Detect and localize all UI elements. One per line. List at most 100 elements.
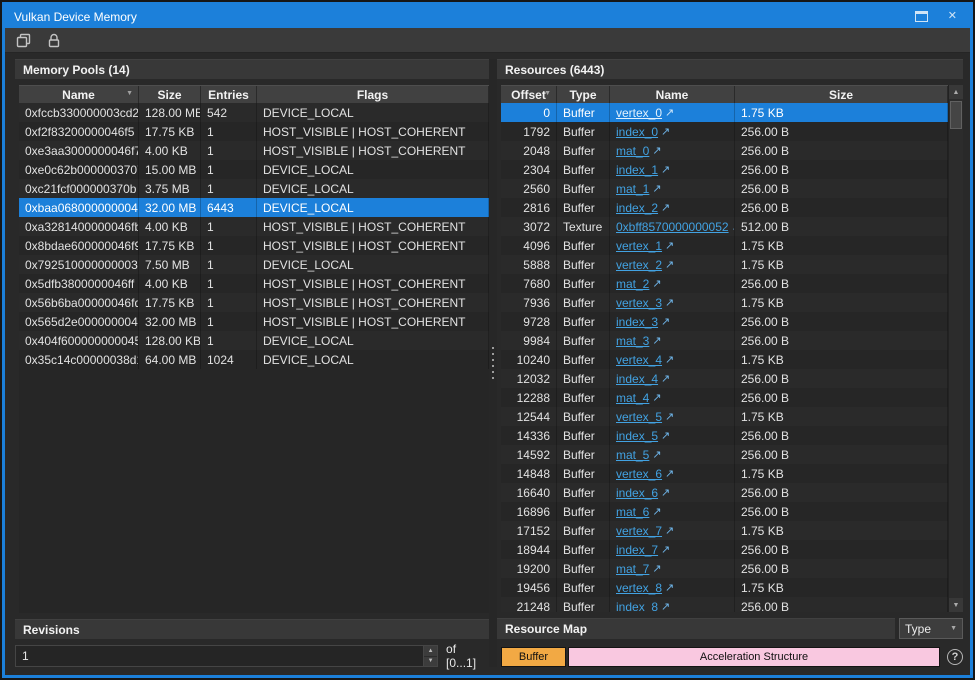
goto-resource-icon[interactable]: ↗: [652, 391, 661, 404]
goto-resource-icon[interactable]: ↗: [665, 239, 674, 252]
resource-link[interactable]: index_0: [616, 125, 658, 139]
memory-pool-row[interactable]: 0xbaa068000000004d32.00 MB6443DEVICE_LOC…: [19, 198, 489, 217]
goto-resource-icon[interactable]: ↗: [652, 448, 661, 461]
restore-window-icon[interactable]: [915, 11, 928, 22]
goto-resource-icon[interactable]: ↗: [665, 410, 674, 423]
goto-resource-icon[interactable]: ↗: [661, 163, 670, 176]
resource-row[interactable]: 17152Buffervertex_7↗1.75 KB: [501, 521, 948, 540]
resource-row[interactable]: 12288Buffermat_4↗256.00 B: [501, 388, 948, 407]
goto-resource-icon[interactable]: ↗: [661, 543, 670, 556]
memory-pool-row[interactable]: 0x565d2e000000004b32.00 MB1HOST_VISIBLE …: [19, 312, 489, 331]
memory-pool-row[interactable]: 0x404f600000000045128.00 KB1DEVICE_LOCAL: [19, 331, 489, 350]
goto-resource-icon[interactable]: ↗: [661, 125, 670, 138]
goto-resource-icon[interactable]: ↗: [652, 144, 661, 157]
goto-resource-icon[interactable]: ↗: [661, 429, 670, 442]
resource-link[interactable]: 0xbff8570000000052: [616, 220, 729, 234]
resource-row[interactable]: 16896Buffermat_6↗256.00 B: [501, 502, 948, 521]
resource-row[interactable]: 7680Buffermat_2↗256.00 B: [501, 274, 948, 293]
lock-icon[interactable]: [45, 31, 63, 49]
resource-row[interactable]: 2048Buffermat_0↗256.00 B: [501, 141, 948, 160]
resource-link[interactable]: index_7: [616, 543, 658, 557]
resource-row[interactable]: 12032Bufferindex_4↗256.00 B: [501, 369, 948, 388]
goto-resource-icon[interactable]: ↗: [665, 353, 674, 366]
scrollbar-track[interactable]: [949, 99, 963, 598]
resource-link[interactable]: mat_4: [616, 391, 649, 405]
memory-pool-row[interactable]: 0xe0c62b000000370715.00 MB1DEVICE_LOCAL: [19, 160, 489, 179]
revision-spinbox[interactable]: 1 ▲ ▼: [15, 645, 438, 667]
memory-pool-row[interactable]: 0xc21fcf000000370b3.75 MB1DEVICE_LOCAL: [19, 179, 489, 198]
goto-resource-icon[interactable]: ↗: [661, 315, 670, 328]
goto-resource-icon[interactable]: ↗: [652, 277, 661, 290]
memory-pool-row[interactable]: 0xa3281400000046fb4.00 KB1HOST_VISIBLE |…: [19, 217, 489, 236]
goto-resource-icon[interactable]: ↗: [661, 372, 670, 385]
resource-row[interactable]: 2304Bufferindex_1↗256.00 B: [501, 160, 948, 179]
resource-link[interactable]: vertex_6: [616, 467, 662, 481]
memory-pool-row[interactable]: 0x56b6ba00000046fd17.75 KB1HOST_VISIBLE …: [19, 293, 489, 312]
memory-pool-row[interactable]: 0x5dfb3800000046ff4.00 KB1HOST_VISIBLE |…: [19, 274, 489, 293]
resources-scrollbar[interactable]: ▲ ▼: [948, 85, 963, 612]
goto-resource-icon[interactable]: ↗: [665, 467, 674, 480]
goto-resource-icon[interactable]: ↗: [652, 334, 661, 347]
spin-up-icon[interactable]: ▲: [424, 646, 437, 656]
resource-row[interactable]: 5888Buffervertex_2↗1.75 KB: [501, 255, 948, 274]
goto-resource-icon[interactable]: ↗: [665, 258, 674, 271]
resource-row[interactable]: 7936Buffervertex_3↗1.75 KB: [501, 293, 948, 312]
resource-link[interactable]: index_8: [616, 600, 658, 613]
resource-row[interactable]: 14336Bufferindex_5↗256.00 B: [501, 426, 948, 445]
resource-link[interactable]: vertex_1: [616, 239, 662, 253]
resource-link[interactable]: vertex_3: [616, 296, 662, 310]
revision-value[interactable]: 1: [16, 646, 423, 666]
column-header-offset[interactable]: Offset ▼: [501, 86, 557, 103]
column-header-size[interactable]: Size: [139, 86, 201, 103]
column-header-type[interactable]: Type: [557, 86, 610, 103]
resource-row[interactable]: 10240Buffervertex_4↗1.75 KB: [501, 350, 948, 369]
panel-splitter[interactable]: [489, 59, 497, 667]
scrollbar-thumb[interactable]: [950, 101, 962, 129]
memory-pool-row[interactable]: 0xf2f83200000046f517.75 KB1HOST_VISIBLE …: [19, 122, 489, 141]
memory-pool-row[interactable]: 0x8bdae600000046f917.75 KB1HOST_VISIBLE …: [19, 236, 489, 255]
legend-chip-acceleration-structure[interactable]: Acceleration Structure: [568, 647, 940, 667]
column-header-name[interactable]: Name ▼: [19, 86, 139, 103]
resource-row[interactable]: 4096Buffervertex_1↗1.75 KB: [501, 236, 948, 255]
resource-row[interactable]: 18944Bufferindex_7↗256.00 B: [501, 540, 948, 559]
resource-link[interactable]: mat_0: [616, 144, 649, 158]
resource-link[interactable]: mat_7: [616, 562, 649, 576]
column-header-flags[interactable]: Flags: [257, 86, 489, 103]
resource-row[interactable]: 21248Bufferindex_8↗256.00 B: [501, 597, 948, 612]
memory-pool-row[interactable]: 0x79251000000000357.50 MB1DEVICE_LOCAL: [19, 255, 489, 274]
scroll-down-icon[interactable]: ▼: [949, 598, 963, 612]
duplicate-window-icon[interactable]: [15, 31, 33, 49]
resource-link[interactable]: mat_6: [616, 505, 649, 519]
spin-down-icon[interactable]: ▼: [424, 656, 437, 667]
resource-link[interactable]: vertex_4: [616, 353, 662, 367]
resource-row[interactable]: 14848Buffervertex_6↗1.75 KB: [501, 464, 948, 483]
resource-row[interactable]: 2816Bufferindex_2↗256.00 B: [501, 198, 948, 217]
goto-resource-icon[interactable]: ↗: [665, 581, 674, 594]
resource-row[interactable]: 9984Buffermat_3↗256.00 B: [501, 331, 948, 350]
resource-map-type-dropdown[interactable]: Type ▼: [899, 618, 963, 639]
resource-link[interactable]: vertex_0: [616, 106, 662, 120]
scroll-up-icon[interactable]: ▲: [949, 85, 963, 99]
resource-link[interactable]: index_2: [616, 201, 658, 215]
resource-row[interactable]: 19200Buffermat_7↗256.00 B: [501, 559, 948, 578]
resource-link[interactable]: vertex_8: [616, 581, 662, 595]
resource-link[interactable]: index_5: [616, 429, 658, 443]
goto-resource-icon[interactable]: ↗: [665, 296, 674, 309]
resource-link[interactable]: index_3: [616, 315, 658, 329]
column-header-size[interactable]: Size: [735, 86, 948, 103]
resource-row[interactable]: 2560Buffermat_1↗256.00 B: [501, 179, 948, 198]
memory-pool-row[interactable]: 0x35c14c00000038d164.00 MB1024DEVICE_LOC…: [19, 350, 489, 369]
resource-row[interactable]: 14592Buffermat_5↗256.00 B: [501, 445, 948, 464]
goto-resource-icon[interactable]: ↗: [665, 524, 674, 537]
resource-row[interactable]: 16640Bufferindex_6↗256.00 B: [501, 483, 948, 502]
resource-link[interactable]: vertex_5: [616, 410, 662, 424]
goto-resource-icon[interactable]: ↗: [661, 600, 670, 612]
resource-link[interactable]: mat_5: [616, 448, 649, 462]
resource-row[interactable]: 3072Texture0xbff8570000000052↗512.00 B: [501, 217, 948, 236]
close-icon[interactable]: ✕: [948, 11, 957, 22]
resource-row[interactable]: 19456Buffervertex_8↗1.75 KB: [501, 578, 948, 597]
goto-resource-icon[interactable]: ↗: [661, 486, 670, 499]
resource-link[interactable]: vertex_2: [616, 258, 662, 272]
resource-link[interactable]: mat_3: [616, 334, 649, 348]
goto-resource-icon[interactable]: ↗: [652, 505, 661, 518]
